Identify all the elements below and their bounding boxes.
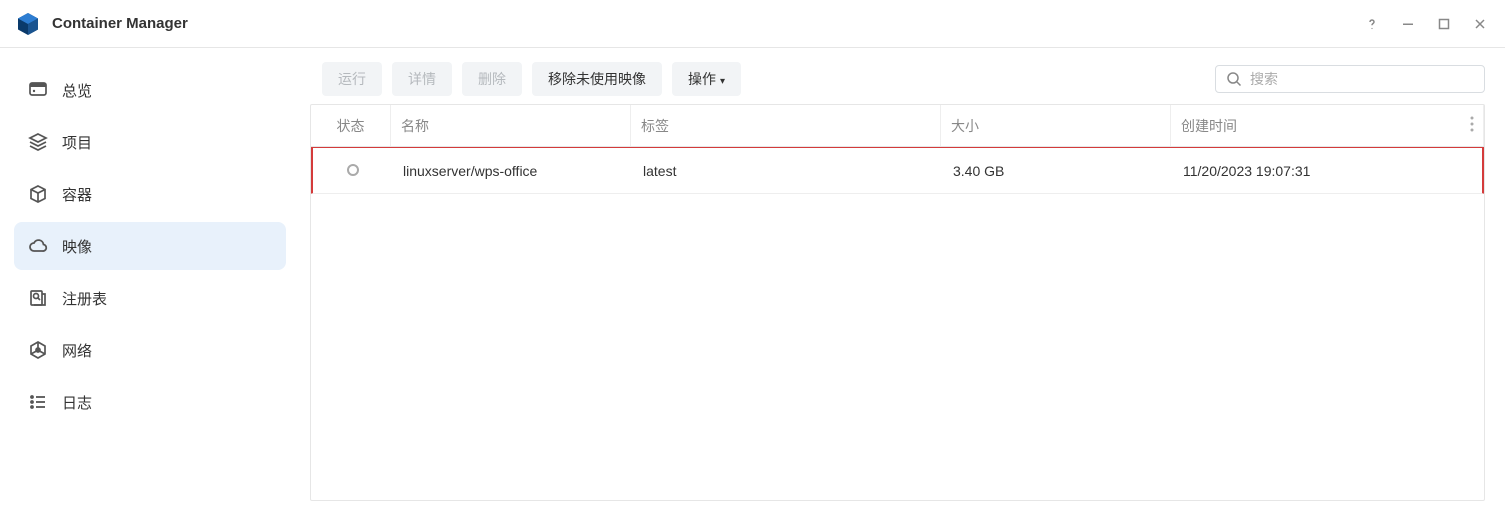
header-size[interactable]: 大小 [941,105,1171,146]
toolbar: 运行 详情 删除 移除未使用映像 操作 ▾ [310,62,1485,96]
sidebar-item-label: 网络 [62,340,92,361]
content-area: 运行 详情 删除 移除未使用映像 操作 ▾ 状态 名称 标签 [300,48,1505,515]
network-icon [28,340,48,360]
registry-icon [28,288,48,308]
cube-icon [28,184,48,204]
cell-status [313,163,393,179]
sidebar-item-label: 日志 [62,392,92,413]
dashboard-icon [28,80,48,100]
sidebar-item-label: 容器 [62,184,92,205]
cell-tag: latest [633,163,743,179]
app-logo-icon [16,12,40,36]
titlebar: Container Manager [0,0,1505,48]
cell-size: 3.40 GB [943,163,1173,179]
sidebar-item-label: 注册表 [62,288,107,309]
sidebar-item-layers[interactable]: 项目 [14,118,286,166]
cell-name: linuxserver/wps-office [393,163,633,179]
sidebar-item-label: 映像 [62,236,92,257]
layers-icon [28,132,48,152]
table-header: 状态 名称 标签 大小 创建时间 [311,105,1484,147]
minimize-icon[interactable] [1399,15,1417,33]
help-icon[interactable] [1363,15,1381,33]
sidebar-item-list[interactable]: 日志 [14,378,286,426]
header-created[interactable]: 创建时间 [1171,105,1484,146]
header-tag[interactable]: 标签 [631,105,941,146]
chevron-down-icon: ▾ [720,76,725,87]
main: 总览项目容器映像注册表网络日志 运行 详情 删除 移除未使用映像 操作 ▾ [0,48,1505,515]
header-name[interactable]: 名称 [391,105,631,146]
cell-created: 11/20/2023 19:07:31 [1173,163,1482,179]
sidebar-item-dashboard[interactable]: 总览 [14,66,286,114]
status-circle-icon [347,164,359,176]
remove-unused-button[interactable]: 移除未使用映像 [532,62,662,96]
table-row[interactable]: linuxserver/wps-officelatest 3.40 GB11/20… [311,146,1484,194]
table-body: linuxserver/wps-officelatest 3.40 GB11/20… [311,146,1484,194]
table-menu-icon[interactable] [1470,116,1474,135]
sidebar-item-label: 项目 [62,132,92,153]
sidebar-item-label: 总览 [62,80,92,101]
list-icon [28,392,48,412]
app-title: Container Manager [52,15,1363,32]
search-input[interactable] [1250,71,1474,87]
run-button[interactable]: 运行 [322,62,382,96]
action-label: 操作 [688,71,716,87]
action-dropdown[interactable]: 操作 ▾ [672,62,741,96]
header-status[interactable]: 状态 [311,105,391,146]
maximize-icon[interactable] [1435,15,1453,33]
sidebar: 总览项目容器映像注册表网络日志 [0,48,300,515]
search-box[interactable] [1215,65,1485,93]
cloud-icon [28,236,48,256]
sidebar-item-cloud[interactable]: 映像 [14,222,286,270]
sidebar-item-registry[interactable]: 注册表 [14,274,286,322]
close-icon[interactable] [1471,15,1489,33]
sidebar-item-network[interactable]: 网络 [14,326,286,374]
images-table: 状态 名称 标签 大小 创建时间 linuxserver/wps-officel… [310,104,1485,501]
window-controls [1363,15,1489,33]
delete-button[interactable]: 删除 [462,62,522,96]
search-icon [1226,71,1242,87]
detail-button[interactable]: 详情 [392,62,452,96]
sidebar-item-cube[interactable]: 容器 [14,170,286,218]
